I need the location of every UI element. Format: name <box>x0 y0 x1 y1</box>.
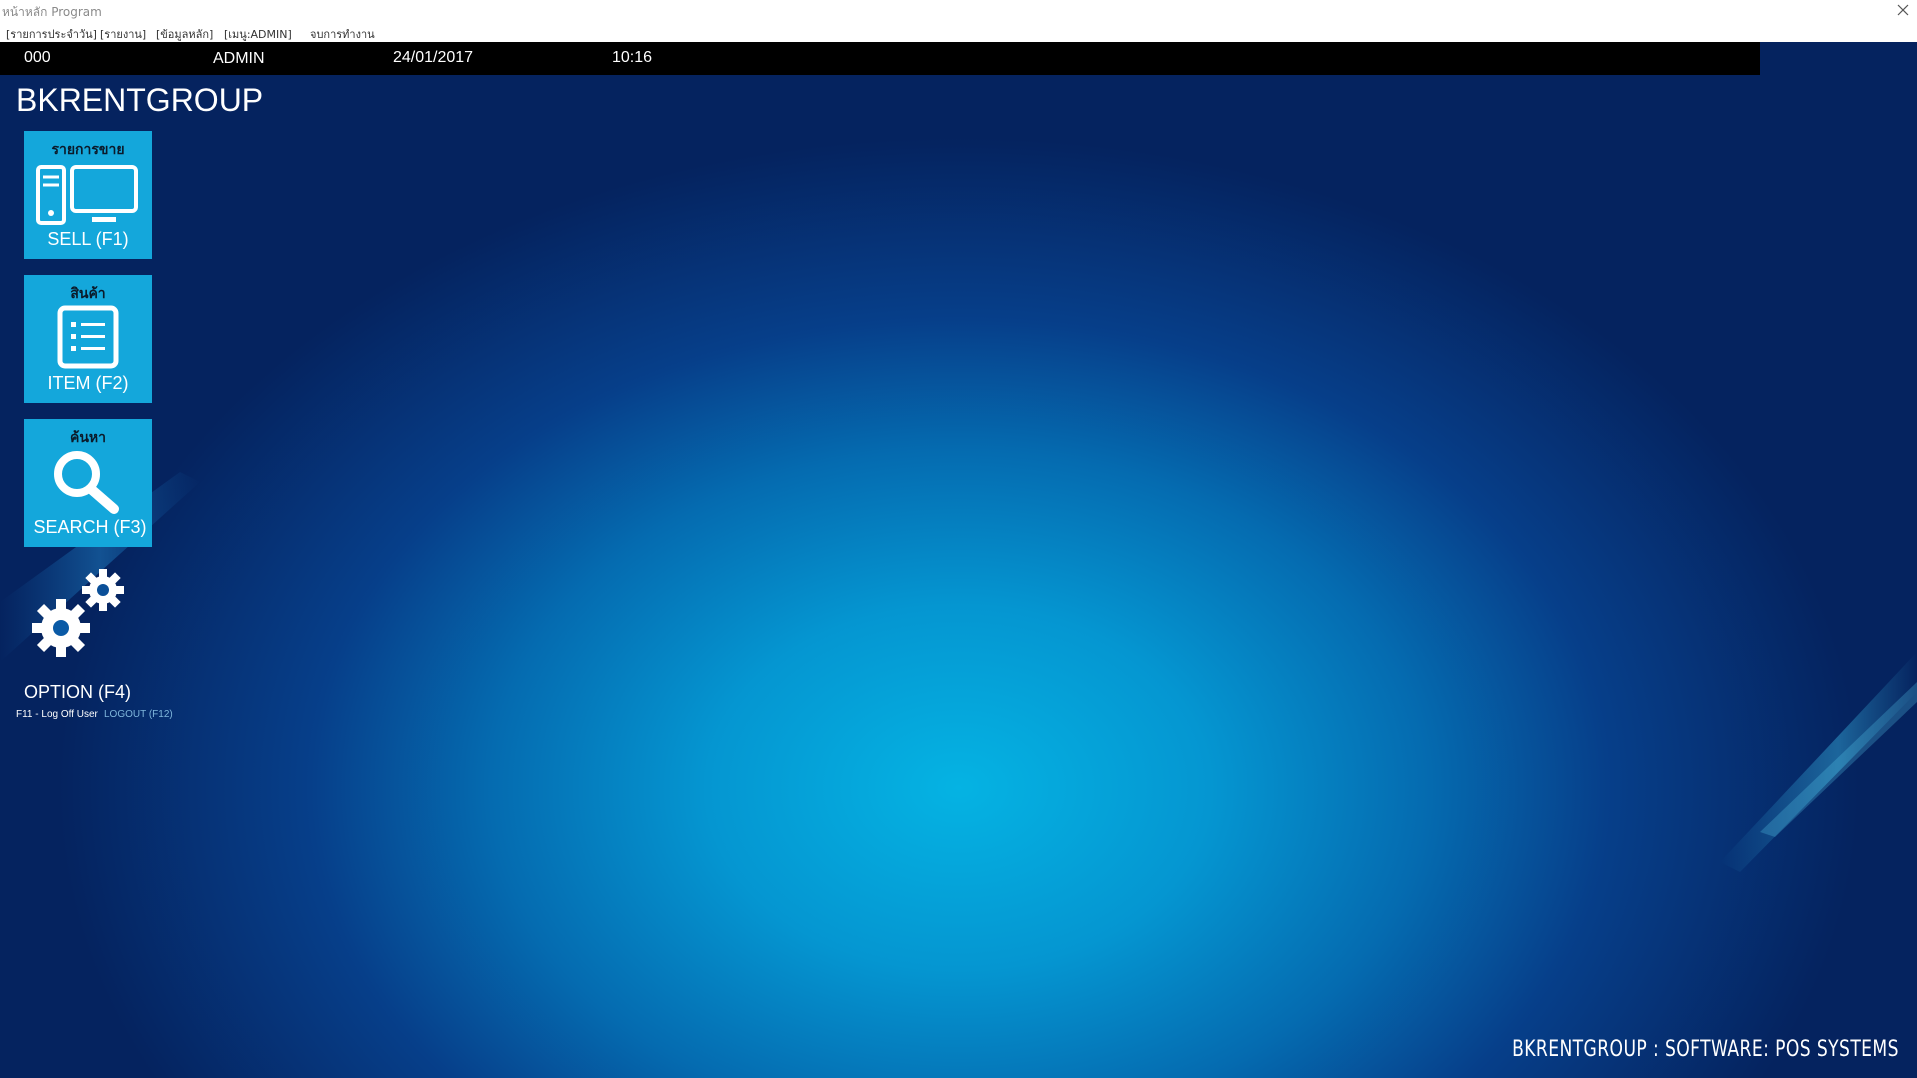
item-thai-label: สินค้า <box>70 286 106 302</box>
pos-terminal-icon <box>36 165 138 225</box>
search-icon <box>54 451 119 514</box>
search-thai-label: ค้นหา <box>69 430 107 446</box>
close-icon <box>1897 4 1909 16</box>
background-streaks <box>0 472 1917 872</box>
menu-bar: [รายการประจำวัน] [รายงาน] [ข้อมูลหลัก] [… <box>0 22 1917 42</box>
logout-link[interactable]: LOGOUT (F12) <box>104 709 173 720</box>
menu-item-admin[interactable]: [เมนู:ADMIN] <box>224 25 292 43</box>
list-icon <box>57 305 119 369</box>
status-user: ADMIN <box>213 50 265 67</box>
logoff-user-link[interactable]: F11 - Log Off User <box>16 709 98 720</box>
app-window: หน้าหลัก Program [รายการประจำวัน] [รายงา… <box>0 0 1917 1078</box>
item-label: ITEM (F2) <box>47 373 129 393</box>
search-label: SEARCH (F3) <box>33 517 147 537</box>
sell-button[interactable]: รายการขาย SELL (F1) <box>24 131 152 259</box>
sell-label: SELL (F1) <box>47 229 129 249</box>
window-title: หน้าหลัก Program <box>2 5 102 19</box>
search-button[interactable]: ค้นหา SEARCH (F3) <box>24 419 152 547</box>
title-bar: หน้าหลัก Program <box>0 0 1917 22</box>
desktop-background: 000 ADMIN 24/01/2017 10:16 BKRENTGROUP ร… <box>0 42 1917 1078</box>
item-button[interactable]: สินค้า ITEM (F2) <box>24 275 152 403</box>
footer-brand: BKRENTGROUP : SOFTWARE: POS SYSTEMS <box>1512 1037 1899 1062</box>
option-button[interactable]: OPTION (F4) <box>20 568 160 703</box>
menu-item-daily[interactable]: [รายการประจำวัน] <box>6 25 97 43</box>
close-button[interactable] <box>1893 0 1913 20</box>
status-code: 000 <box>24 49 51 66</box>
option-label: OPTION (F4) <box>24 682 131 702</box>
menu-item-exit[interactable]: จบการทำงาน <box>310 25 375 43</box>
status-time: 10:16 <box>612 49 653 66</box>
status-date: 24/01/2017 <box>393 49 474 66</box>
gears-icon <box>32 569 124 657</box>
menu-item-reports[interactable]: [รายงาน] <box>100 25 146 43</box>
status-bar: 000 ADMIN 24/01/2017 10:16 <box>0 42 1760 75</box>
app-brand-title: BKRENTGROUP <box>16 82 264 118</box>
sell-thai-label: รายการขาย <box>51 142 125 158</box>
menu-item-master-data[interactable]: [ข้อมูลหลัก] <box>156 25 213 43</box>
